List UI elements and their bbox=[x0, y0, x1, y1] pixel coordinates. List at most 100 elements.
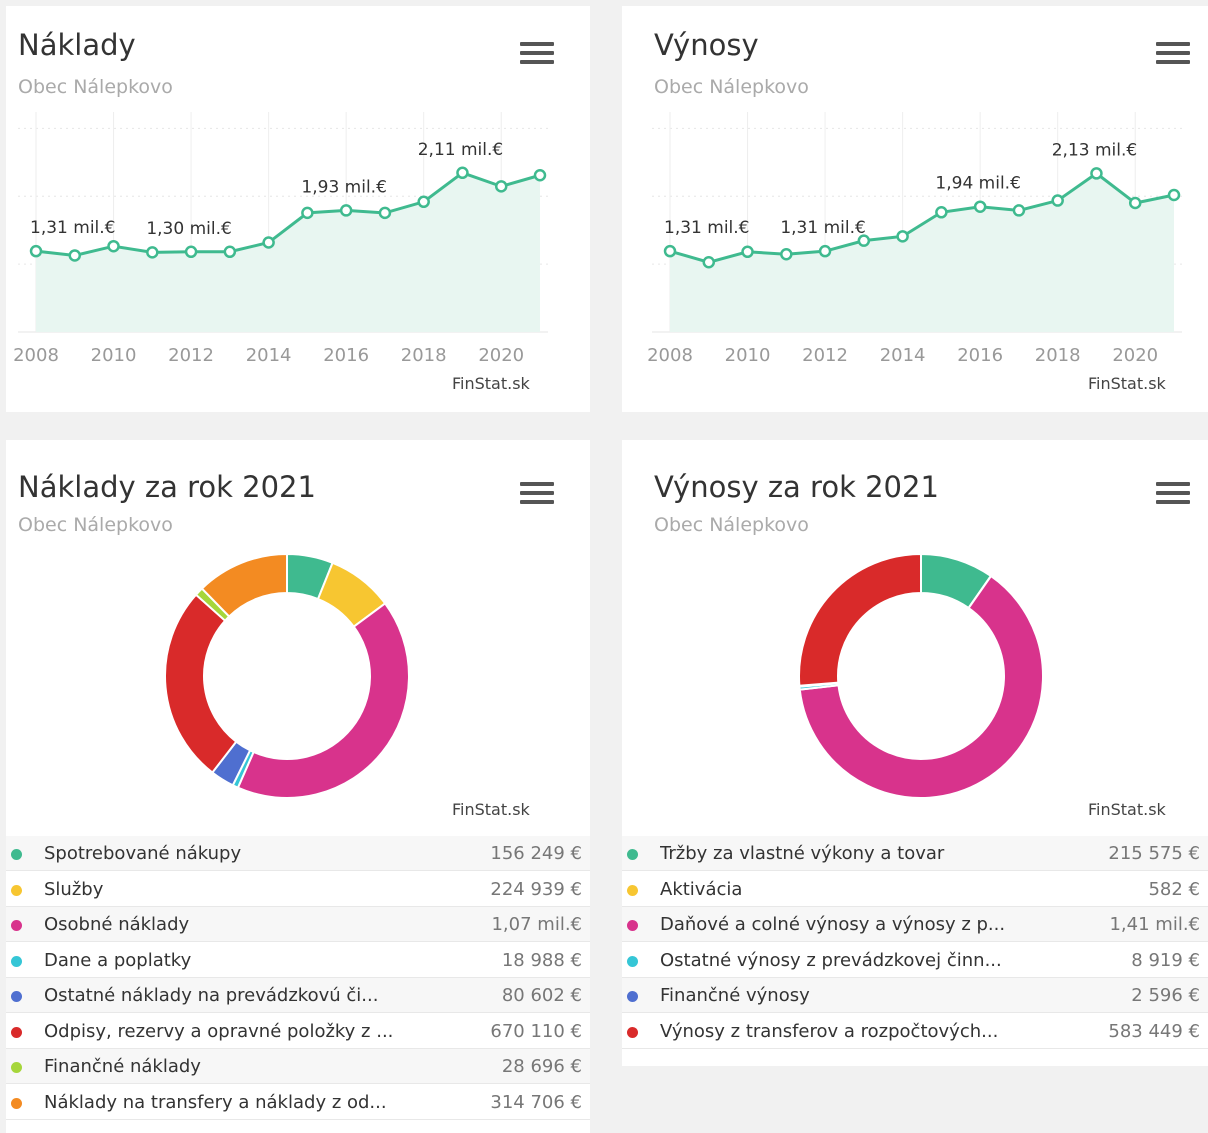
data-point[interactable] bbox=[184, 245, 198, 259]
data-point[interactable] bbox=[417, 195, 430, 209]
x-tick-label: 2020 bbox=[478, 345, 524, 366]
x-tick-label: 2014 bbox=[880, 345, 926, 366]
legend-dot-icon bbox=[11, 849, 22, 860]
legend-dot-icon bbox=[627, 955, 638, 967]
legend-value: 1,07 mil.€ bbox=[491, 914, 582, 935]
legend-label: Tržby za vlastné výkony a tovar bbox=[660, 843, 945, 864]
legend-row[interactable]: Daňové a colné výnosy a výnosy z p... 1,4… bbox=[622, 907, 1208, 942]
chart-credit[interactable]: FinStat.sk bbox=[1088, 800, 1166, 819]
data-point[interactable] bbox=[339, 204, 353, 217]
legend-value: 156 249 € bbox=[490, 843, 582, 864]
legend-dot-icon bbox=[11, 1062, 22, 1073]
legend-row[interactable]: Ostatné výnosy z prevádzkovej činn... 8 9… bbox=[622, 943, 1208, 978]
legend-value: 28 696 € bbox=[501, 1056, 582, 1077]
data-point[interactable] bbox=[935, 206, 948, 219]
x-tick-label: 2012 bbox=[802, 345, 848, 366]
legend-label: Spotrebované nákupy bbox=[44, 843, 242, 864]
data-point[interactable] bbox=[223, 245, 237, 259]
data-label: 1,31 mil.€ bbox=[780, 218, 865, 238]
x-tick-label: 2008 bbox=[647, 345, 693, 366]
data-point[interactable] bbox=[741, 245, 754, 259]
legend-dot-icon bbox=[11, 991, 22, 1002]
data-point[interactable] bbox=[663, 244, 677, 258]
legend-row[interactable]: Ostatné náklady na prevádzkovú či... 80 6… bbox=[6, 978, 590, 1013]
vynosy-donut-panel: Výnosy za rok 2021 Obec Nálepkovo FinSta… bbox=[622, 440, 1208, 1066]
data-label: 2,11 mil.€ bbox=[418, 140, 503, 160]
x-tick-label: 2012 bbox=[168, 345, 214, 366]
data-point[interactable] bbox=[780, 247, 793, 261]
legend-value: 80 602 € bbox=[501, 985, 582, 1006]
data-label: 1,31 mil.€ bbox=[30, 218, 115, 238]
legend-label: Finančné výnosy bbox=[660, 985, 810, 1006]
naklady-line-panel: Náklady Obec Nálepkovo 1,31 mil.€ 1,30 mi… bbox=[6, 6, 590, 412]
data-label: 1,93 mil.€ bbox=[301, 177, 386, 197]
legend-label: Náklady na transfery a náklady z od... bbox=[44, 1091, 387, 1113]
legend-value: 583 449 € bbox=[1108, 1020, 1200, 1042]
chart-credit[interactable]: FinStat.sk bbox=[452, 800, 530, 819]
legend-dot-icon bbox=[11, 884, 22, 896]
legend-label: Ostatné náklady na prevádzkovú či... bbox=[44, 985, 379, 1006]
x-tick-label: 2010 bbox=[725, 345, 771, 366]
legend-value: 2 596 € bbox=[1131, 985, 1200, 1006]
legend-row[interactable]: Tržby za vlastné výkony a tovar 215 575 € bbox=[622, 836, 1208, 871]
x-tick-label: 2020 bbox=[1112, 345, 1158, 366]
data-point[interactable] bbox=[68, 249, 82, 262]
vynosy-donut-chart bbox=[798, 552, 1044, 799]
legend-row[interactable]: Náklady na transfery a náklady z od... 31… bbox=[6, 1085, 590, 1120]
legend-label: Dane a poplatky bbox=[44, 949, 192, 971]
legend-row[interactable]: Výnosy z transferov a rozpočtových... 583… bbox=[622, 1014, 1208, 1049]
data-label: 1,31 mil.€ bbox=[664, 218, 749, 238]
legend-row[interactable]: Služby 224 939 € bbox=[6, 872, 590, 907]
data-point[interactable] bbox=[1128, 196, 1142, 210]
x-tick-label: 2008 bbox=[13, 345, 59, 366]
legend-label: Služby bbox=[44, 878, 104, 900]
data-point[interactable] bbox=[456, 166, 469, 180]
legend-label: Osobné náklady bbox=[44, 914, 190, 935]
legend-row[interactable]: Aktivácia 582 € bbox=[622, 872, 1208, 907]
data-point[interactable] bbox=[494, 180, 508, 193]
data-point[interactable] bbox=[301, 206, 314, 220]
legend-row[interactable]: Finančné náklady 28 696 € bbox=[6, 1049, 590, 1084]
data-point[interactable] bbox=[702, 256, 716, 269]
x-tick-label: 2016 bbox=[957, 345, 1003, 366]
legend-row[interactable]: Odpisy, rezervy a opravné položky z ... 6… bbox=[6, 1014, 590, 1049]
data-point[interactable] bbox=[973, 200, 987, 213]
legend-row[interactable]: Spotrebované nákupy 156 249 € bbox=[6, 836, 590, 871]
data-point[interactable] bbox=[262, 236, 275, 249]
legend-label: Výnosy z transferov a rozpočtových... bbox=[660, 1020, 999, 1042]
chart-credit[interactable]: FinStat.sk bbox=[1088, 374, 1166, 393]
vynosy-line-panel: Výnosy Obec Nálepkovo 1,31 mil.€ 1,31 mil… bbox=[622, 6, 1208, 412]
chart-credit[interactable]: FinStat.sk bbox=[452, 374, 530, 393]
pie-slice[interactable] bbox=[798, 552, 922, 687]
legend-dot-icon bbox=[11, 920, 22, 931]
legend-label: Daňové a colné výnosy a výnosy z p... bbox=[660, 914, 1006, 935]
data-point[interactable] bbox=[29, 244, 43, 258]
legend-dot-icon bbox=[11, 1097, 22, 1109]
data-label: 2,13 mil.€ bbox=[1052, 140, 1137, 160]
legend-row[interactable]: Osobné náklady 1,07 mil.€ bbox=[6, 907, 590, 942]
legend-value: 314 706 € bbox=[490, 1091, 582, 1113]
data-point[interactable] bbox=[107, 239, 120, 253]
legend-value: 670 110 € bbox=[490, 1020, 582, 1042]
data-point[interactable] bbox=[818, 244, 832, 258]
data-point[interactable] bbox=[1012, 204, 1026, 217]
x-tick-label: 2010 bbox=[91, 345, 137, 366]
data-point[interactable] bbox=[896, 230, 909, 243]
data-point[interactable] bbox=[1167, 188, 1181, 202]
data-point[interactable] bbox=[378, 206, 392, 220]
legend-value: 8 919 € bbox=[1131, 949, 1200, 971]
x-tick-label: 2018 bbox=[401, 345, 447, 366]
data-point[interactable] bbox=[1090, 167, 1103, 180]
legend-dot-icon bbox=[627, 1026, 638, 1038]
legend-dot-icon bbox=[11, 955, 22, 967]
legend-row[interactable]: Finančné výnosy 2 596 € bbox=[622, 978, 1208, 1013]
legend-label: Ostatné výnosy z prevádzkovej činn... bbox=[660, 949, 1002, 971]
naklady-donut-chart bbox=[164, 552, 410, 799]
pie-slice[interactable] bbox=[236, 602, 410, 799]
legend-dot-icon bbox=[627, 849, 638, 860]
data-point[interactable] bbox=[1051, 194, 1064, 207]
legend-row[interactable]: Dane a poplatky 18 988 € bbox=[6, 943, 590, 978]
x-tick-label: 2016 bbox=[323, 345, 369, 366]
data-point[interactable] bbox=[146, 246, 159, 259]
data-point[interactable] bbox=[533, 168, 547, 182]
